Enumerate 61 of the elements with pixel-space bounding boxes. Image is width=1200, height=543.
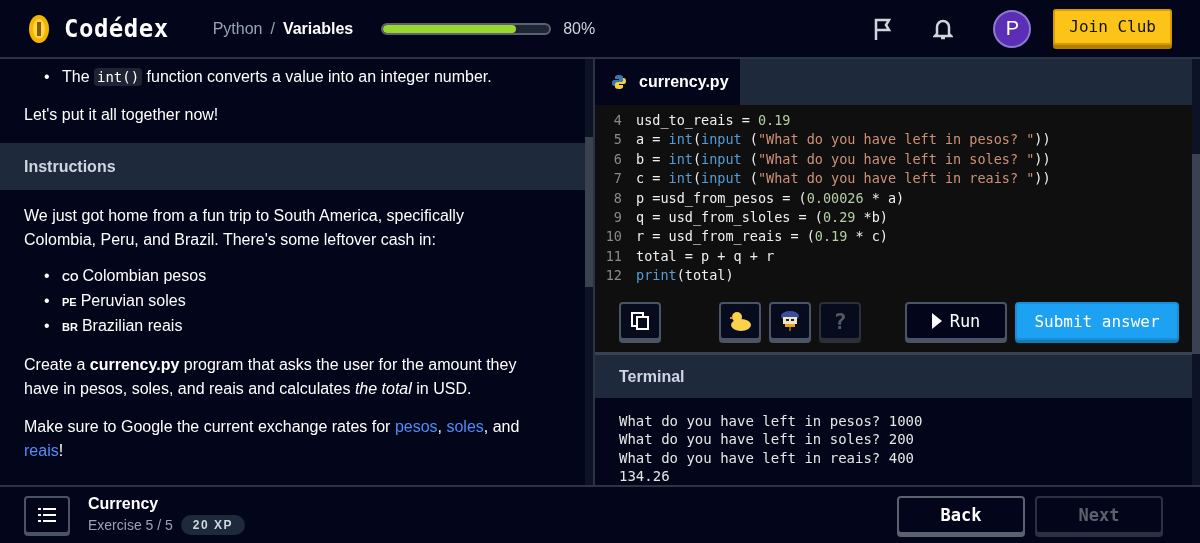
paragraph: We just got home from a fun trip to South America, specifically Colombia, Peru, and Brazil. There's some leftover cash in: [23, 206, 465, 250]
bullet-marker: • [44, 316, 51, 336]
code-editor[interactable] [595, 105, 1192, 352]
flag-icon[interactable] [873, 16, 894, 41]
intro-text: Let's put it all together now! [23, 105, 220, 125]
brand-name[interactable]: Codédex [64, 14, 169, 43]
robot-helper-icon [778, 309, 802, 333]
file-tab[interactable]: currency.py [595, 59, 740, 105]
terminal-title: Terminal [619, 367, 685, 386]
currency-name: Brazilian reais [81, 316, 183, 336]
bullet-marker: • [44, 291, 51, 311]
breadcrumb-item[interactable]: Python [212, 19, 263, 38]
breadcrumb-separator: / [270, 19, 275, 38]
section-title: Instructions [24, 156, 116, 177]
bullet-marker: • [44, 266, 51, 286]
code-line: 5 a = int(input ("What do you have left in pesos? ")) [612, 130, 1052, 150]
back-button[interactable]: Back [897, 496, 1025, 534]
copy-button[interactable] [619, 302, 661, 340]
code-line: 11 total = p + q + r [604, 246, 776, 266]
terminal-line: What do you have left in pesos? 1000 [619, 412, 924, 431]
breadcrumb-item: Variables [282, 19, 354, 38]
exercise-title: Currency [88, 495, 160, 513]
python-logo-icon [611, 74, 627, 90]
duck-icon [728, 310, 752, 332]
currency-name: Peruvian soles [80, 291, 186, 311]
link[interactable]: pesos [394, 418, 438, 435]
code-line: 12 print(total) [604, 266, 735, 286]
terminal-line: 134.26 [619, 467, 671, 485]
country-code: CO [62, 270, 79, 285]
exercise-count: Exercise 5 / 5 [88, 517, 173, 533]
code-line: 9 q = usd_from_sloles = (0.29 *b) [612, 208, 889, 228]
play-icon [931, 313, 942, 329]
note-paragraph: Make sure to Google the current exchange rates for pesos, soles, and reais! [23, 417, 521, 461]
country-code: BR [62, 320, 78, 335]
code-line: 10 r = usd_from_reais = (0.19 * c) [604, 227, 889, 247]
code-line: 6 b = int(input ("What do you have left in soles? ")) [612, 149, 1052, 169]
copy-icon [630, 311, 650, 331]
xp-badge: 20 XP [180, 515, 246, 535]
currency-name: Colombian pesos [82, 266, 207, 286]
bell-icon[interactable] [933, 17, 954, 40]
helper-button[interactable] [769, 302, 811, 340]
link[interactable]: reais [24, 442, 59, 459]
progress-percent: 80% [563, 19, 596, 38]
bullet-text: The int() function converts a value into an integer number. [62, 67, 492, 88]
terminal-line: What do you have left in reais? 400 [619, 448, 915, 468]
scrollbar-track[interactable] [1192, 59, 1200, 485]
list-icon [38, 508, 56, 522]
user-avatar[interactable]: P [993, 9, 1032, 48]
list-menu-button[interactable] [24, 496, 70, 534]
task-paragraph: Create a currency.py program that asks the user for the amount they have in pesos, soles, and reais and calculates the total in USD. [23, 355, 518, 399]
terminal-line: What do you have left in soles? 200 [619, 430, 915, 449]
link[interactable]: soles [446, 418, 484, 435]
code-line: 4 usd_to_reais = 0.19 [612, 111, 792, 131]
code-line: 8 p =usd_from_pesos = (0.00026 * a) [612, 188, 906, 209]
duck-button[interactable] [719, 302, 761, 340]
code-line: 7 c = int(input ("What do you have left in reais? ")) [612, 169, 1052, 189]
country-code: PE [62, 295, 77, 310]
bullet-marker: • [44, 67, 51, 87]
scrollbar-thumb[interactable] [585, 137, 593, 287]
coin-logo-icon [28, 13, 50, 44]
run-button[interactable]: Run [905, 302, 1007, 340]
